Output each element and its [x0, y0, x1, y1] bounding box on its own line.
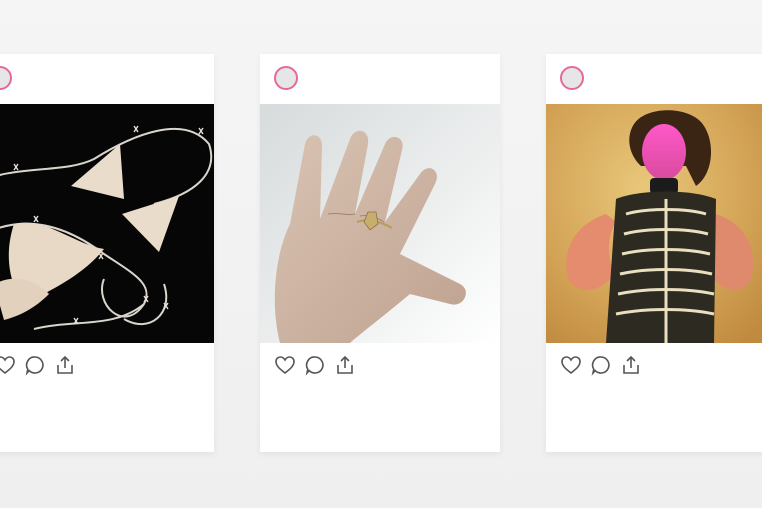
- share-icon[interactable]: [620, 354, 642, 376]
- heart-icon[interactable]: [274, 354, 296, 376]
- post-photo[interactable]: [546, 104, 762, 343]
- share-icon[interactable]: [54, 354, 76, 376]
- comment-icon[interactable]: [590, 354, 612, 376]
- post-photo[interactable]: [260, 104, 500, 343]
- heart-icon[interactable]: [560, 354, 582, 376]
- heart-icon[interactable]: [0, 354, 16, 376]
- avatar[interactable]: [0, 66, 12, 90]
- share-icon[interactable]: [334, 354, 356, 376]
- comment-icon[interactable]: [304, 354, 326, 376]
- post-card: [546, 54, 762, 452]
- post-photo[interactable]: [0, 104, 214, 343]
- avatar[interactable]: [560, 66, 584, 90]
- feed-background: [0, 0, 762, 508]
- avatar[interactable]: [274, 66, 298, 90]
- comment-icon[interactable]: [24, 354, 46, 376]
- post-card: [0, 54, 214, 452]
- post-card: [260, 54, 500, 452]
